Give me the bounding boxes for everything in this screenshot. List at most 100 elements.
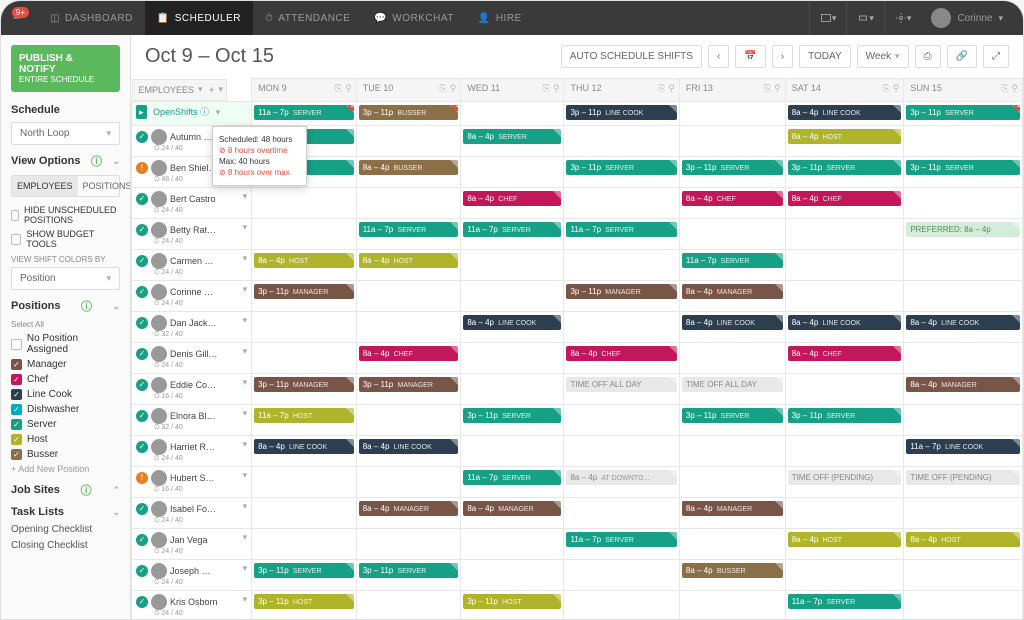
shift-block[interactable]: 11a – 7p SERVER [359,222,459,237]
shift-block[interactable]: 11a – 7p SERVER [566,222,676,237]
shift-cell[interactable] [564,497,679,528]
shift-cell[interactable] [564,404,679,435]
position-chef[interactable]: ✓Chef [11,374,120,385]
shift-cell[interactable]: 3p – 11p MANAGER [252,280,357,311]
shift-cell[interactable]: 3p – 11p BUSSER1 [356,101,461,125]
publish-button[interactable]: PUBLISH & NOTIFY ENTIRE SCHEDULE [11,45,120,92]
shift-cell[interactable] [252,187,357,218]
shift-block[interactable]: 8a – 4p MANAGER [463,501,561,516]
shift-cell[interactable] [252,218,357,249]
task-lists-header[interactable]: Task Lists⌄ [11,506,120,518]
hide-unscheduled-checkbox[interactable]: HIDE UNSCHEDULED POSITIONS [11,205,120,225]
job-sites-header[interactable]: Job Sitesⓘ⌃ [11,482,120,498]
shift-block[interactable]: 8a – 4p LINE COOK [359,439,459,454]
fullscreen-icon[interactable]: ⤢ [983,45,1009,68]
inbox-icon[interactable]: ▾ [809,1,847,35]
shift-block[interactable]: 3p – 11p BUSSER1 [359,105,459,120]
copy-icon[interactable]: ⎘ [764,83,771,94]
shift-cell[interactable] [679,435,785,466]
employee-cell[interactable]: !Hubert Scott ▾⏱ 16 / 40 [132,466,252,497]
day-header[interactable]: SAT 14⎘⚲ [785,79,904,102]
shift-cell[interactable]: 8a – 4p MANAGER [356,497,461,528]
shift-cell[interactable]: 8a – 4p SERVER [461,125,564,156]
shift-cell[interactable]: 3p – 11p MANAGER [356,373,461,404]
copy-icon[interactable]: ⎘ [658,83,665,94]
shift-block[interactable]: 11a – 7p LINE COOK [906,439,1020,454]
calendar-icon[interactable]: 📅 [735,45,765,68]
shift-cell[interactable]: 11a – 7p SERVER [679,249,785,280]
shift-cell[interactable] [252,528,357,559]
shift-cell[interactable] [252,497,357,528]
shift-block[interactable]: 11a – 7p SERVER [788,594,902,609]
shift-cell[interactable] [461,435,564,466]
employee-cell[interactable]: ✓Dan Jackson ▾⏱ 32 / 40 [132,311,252,342]
shift-cell[interactable] [356,311,461,342]
day-header[interactable]: WED 11⎘⚲ [461,79,564,102]
employee-cell[interactable]: ✓Harriet Roberts ▾⏱ 24 / 40 [132,435,252,466]
shift-cell[interactable] [461,528,564,559]
shift-cell[interactable]: 3p – 11p SERVER [679,404,785,435]
shift-cell[interactable] [356,125,461,156]
shift-cell[interactable]: 8a – 4p LINE COOK [679,311,785,342]
shift-block[interactable]: 3p – 11p SERVER [788,160,902,175]
shift-cell[interactable] [904,497,1023,528]
shift-cell[interactable]: 8a – 4p CHEF [461,187,564,218]
shift-cell[interactable]: 8a – 4p MANAGER [904,373,1023,404]
shift-cell[interactable]: 8a – 4p HOST [904,528,1023,559]
employee-cell[interactable]: ✓Kris Osborn ▾⏱ 24 / 40 [132,590,252,619]
shift-block[interactable]: 8a – 4p CHEF [566,346,676,361]
pin-icon[interactable]: ⚲ [774,83,781,94]
shift-block[interactable]: TIME OFF (PENDING) [788,470,902,485]
shift-block[interactable]: 3p – 11p SERVER [566,160,676,175]
shift-block[interactable]: 11a – 7p SERVER [682,253,783,268]
shift-cell[interactable]: 3p – 11p MANAGER [564,280,679,311]
shift-cell[interactable] [785,280,904,311]
shift-block[interactable]: TIME OFF (PENDING) [906,470,1020,485]
shift-cell[interactable]: 8a – 4p HOST [252,249,357,280]
shift-block[interactable]: 8a – 4p CHEF [463,191,561,206]
position-line-cook[interactable]: ✓Line Cook [11,389,120,400]
copy-icon[interactable]: ⎘ [335,83,342,94]
shift-cell[interactable]: 8a – 4p MANAGER [679,497,785,528]
shift-block[interactable]: 8a – 4p LINE COOK [788,315,902,330]
shift-cell[interactable]: 8a – 4p LINE COOK [252,435,357,466]
shift-cell[interactable] [356,466,461,497]
shift-block[interactable]: 3p – 11p HOST [254,594,354,609]
print-icon[interactable]: ▾ [846,1,884,35]
shift-cell[interactable]: 8a – 4p CHEF [785,342,904,373]
shift-cell[interactable] [904,342,1023,373]
shift-block[interactable]: 3p – 11p SERVER [359,563,459,578]
shift-block[interactable]: 8a – 4p CHEF [359,346,459,361]
shift-cell[interactable]: 3p – 11p SERVER [679,156,785,187]
shift-cell[interactable] [904,590,1023,619]
shift-cell[interactable]: 3p – 11p HOST [252,590,357,619]
shift-block[interactable]: 8a – 4p BUSSER [682,563,783,578]
print-icon[interactable]: ⎙ [915,45,941,68]
pin-icon[interactable]: ⚲ [1011,83,1018,94]
shift-cell[interactable]: 8a – 4p MANAGER [461,497,564,528]
position-no-position-assigned[interactable]: No Position Assigned [11,333,120,355]
user-menu[interactable]: Corinne ▾ [921,8,1013,28]
shift-cell[interactable] [461,156,564,187]
shift-cell[interactable] [356,187,461,218]
shift-cell[interactable] [564,590,679,619]
shift-cell[interactable]: 8a – 4p HOST [785,528,904,559]
shift-cell[interactable]: 11a – 7p HOST [252,404,357,435]
position-busser[interactable]: ✓Busser [11,449,120,460]
shift-block[interactable]: 8a – 4p LINE COOK [254,439,354,454]
shift-cell[interactable] [679,125,785,156]
view-options-header[interactable]: View Optionsⓘ⌄ [11,153,120,169]
shift-cell[interactable] [785,559,904,590]
shift-cell[interactable]: 8a – 4p BUSSER [679,559,785,590]
nav-dashboard[interactable]: ◫DASHBOARD [38,1,145,35]
shift-block[interactable]: 3p – 11p SERVER [254,563,354,578]
shift-block[interactable]: 8a – 4p HOST [906,532,1020,547]
shift-cell[interactable] [904,187,1023,218]
copy-icon[interactable]: ⎘ [1001,83,1008,94]
employee-cell[interactable]: ✓Corinne Garris... ▾⏱ 24 / 40 [132,280,252,311]
shift-block[interactable]: 3p – 11p MANAGER [359,377,459,392]
show-budget-checkbox[interactable]: SHOW BUDGET TOOLS [11,229,120,249]
settings-icon[interactable]: ▾ [884,1,922,35]
shift-cell[interactable]: 11a – 7p SERVER [564,528,679,559]
shift-block[interactable]: 8a – 4p MANAGER [682,501,783,516]
